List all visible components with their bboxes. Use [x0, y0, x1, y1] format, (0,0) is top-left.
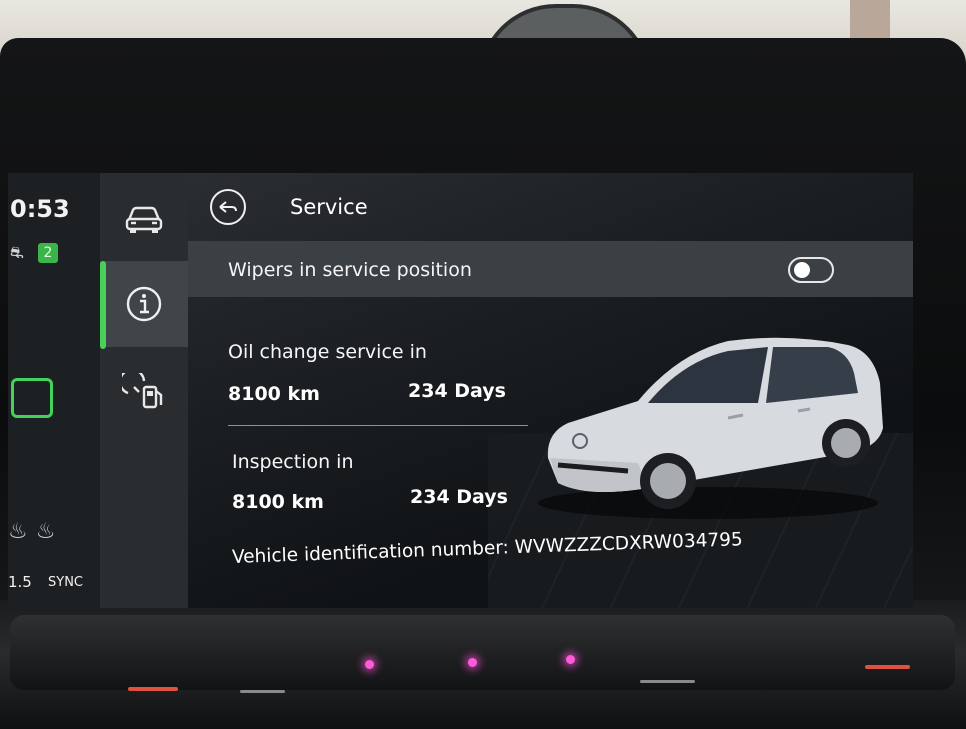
temperature-value: 1.5 [8, 573, 32, 591]
oil-change-label: Oil change service in [228, 341, 427, 363]
menu-item-service[interactable] [100, 349, 188, 435]
left-temp-indicator [128, 687, 178, 691]
oil-change-days: 234 Days [408, 380, 506, 402]
inspection-distance: 8100 km [232, 491, 324, 513]
back-button[interactable] [210, 189, 246, 225]
service-fuel-icon [122, 373, 163, 409]
right-slider-mark [640, 680, 695, 683]
menu-item-info[interactable] [100, 261, 188, 347]
page-title: Service [290, 195, 368, 219]
right-temp-indicator [865, 665, 910, 669]
fan-up-led [566, 655, 575, 664]
seat-heat-left-icon[interactable]: ♨ [8, 519, 36, 544]
climate-slider-bar[interactable] [10, 615, 955, 693]
status-sidebar: 0:53 ⛐ 2 ♨♨ 1.5 SYNC [8, 173, 100, 608]
lane-badge: 2 [38, 243, 58, 263]
active-menu-indicator [100, 261, 106, 349]
service-page: Service Wipers in service position Oil c… [188, 173, 913, 608]
clock: 0:53 [10, 195, 70, 223]
fan-down-led [365, 660, 374, 669]
vehicle-illustration [538, 337, 883, 519]
fan-led [468, 658, 477, 667]
info-icon [126, 286, 162, 322]
sync-button[interactable]: SYNC [48, 575, 83, 590]
infotainment-screen: 0:53 ⛐ 2 ♨♨ 1.5 SYNC Service Wipers in s… [8, 173, 913, 608]
menu-item-vehicle[interactable] [100, 175, 188, 261]
oil-change-distance: 8100 km [228, 383, 320, 405]
left-slider-mark [240, 690, 285, 693]
wipers-label: Wipers in service position [228, 259, 472, 281]
car-icon [125, 206, 163, 233]
section-divider [228, 425, 528, 426]
seat-heating-icons[interactable]: ♨♨ [8, 519, 63, 544]
seat-heat-right-icon[interactable]: ♨ [36, 519, 64, 544]
status-square-button[interactable] [11, 378, 53, 418]
wipers-setting-row[interactable]: Wipers in service position [188, 241, 913, 297]
inspection-days: 234 Days [410, 486, 508, 508]
toggle-knob [794, 262, 810, 278]
wipers-toggle[interactable] [788, 257, 834, 283]
lane-assist-icon: ⛐ [10, 243, 24, 262]
back-arrow-icon [219, 201, 237, 213]
side-menu [100, 173, 188, 608]
inspection-label: Inspection in [232, 451, 354, 473]
page-header: Service [188, 173, 913, 241]
